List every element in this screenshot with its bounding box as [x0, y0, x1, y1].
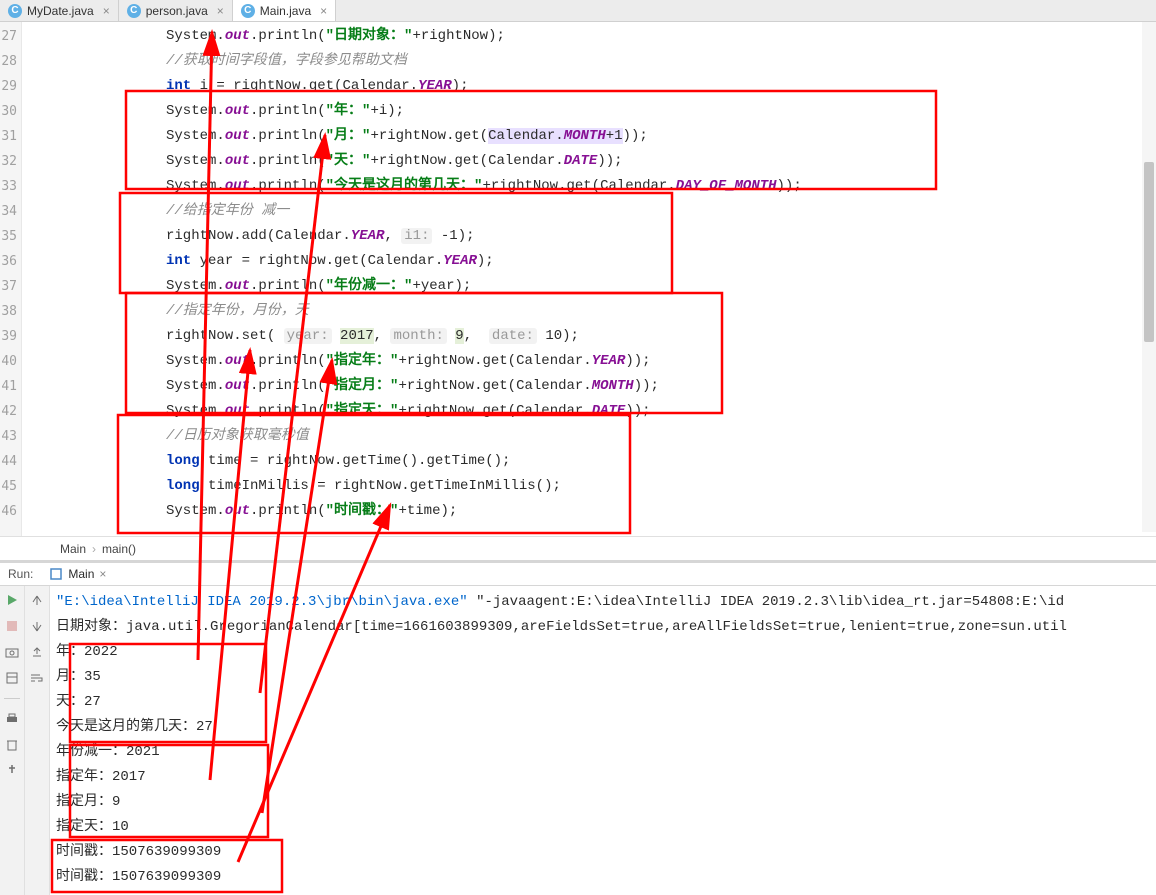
run-body: "E:\idea\IntelliJ IDEA 2019.2.3\jbr\bin\… [0, 586, 1156, 895]
close-icon[interactable]: × [99, 567, 106, 581]
code-line[interactable]: //指定年份，月份，天 [26, 299, 1156, 324]
code-line[interactable]: System.out.println("时间戳："+time); [26, 499, 1156, 524]
code-line[interactable]: System.out.println("日期对象："+rightNow); [26, 24, 1156, 49]
console-line: 年：2022 [56, 640, 1150, 665]
code-line[interactable]: //给指定年份 减一 [26, 199, 1156, 224]
code-line[interactable]: System.out.println("指定月："+rightNow.get(C… [26, 374, 1156, 399]
class-icon: C [8, 4, 22, 18]
chevron-right-icon: › [92, 542, 96, 556]
code-line[interactable]: rightNow.add(Calendar.YEAR, i1: -1); [26, 224, 1156, 249]
scrollbar-thumb[interactable] [1144, 162, 1154, 342]
code-line[interactable]: rightNow.set( year: 2017, month: 9, date… [26, 324, 1156, 349]
layout-icon[interactable] [4, 670, 20, 686]
tab-label: Main.java [260, 4, 311, 18]
run-toolbar-left2 [25, 586, 50, 895]
print-icon[interactable] [4, 711, 20, 727]
tab-main[interactable]: C Main.java × [233, 0, 336, 21]
close-icon[interactable]: × [217, 4, 224, 18]
run-toolbar-left [0, 586, 25, 895]
close-icon[interactable]: × [103, 4, 110, 18]
pin-icon[interactable] [4, 763, 20, 779]
run-tab-label: Main [68, 567, 94, 581]
run-tab[interactable]: Main × [41, 567, 114, 581]
stop-icon[interactable] [4, 618, 20, 634]
editor-area: 2728293031323334353637383940414243444546… [0, 22, 1156, 536]
code-line[interactable]: long timeInMillis = rightNow.getTimeInMi… [26, 474, 1156, 499]
console-line: 天：27 [56, 690, 1150, 715]
console-line: 今天是这月的第几天：27 [56, 715, 1150, 740]
code-line[interactable]: //获取时间字段值，字段参见帮助文档 [26, 49, 1156, 74]
code-line[interactable]: System.out.println("指定天："+rightNow.get(C… [26, 399, 1156, 424]
export-icon[interactable] [29, 644, 45, 660]
console-line: 日期对象：java.util.GregorianCalendar[time=16… [56, 615, 1150, 640]
code-line[interactable]: System.out.println("天："+rightNow.get(Cal… [26, 149, 1156, 174]
camera-icon[interactable] [4, 644, 20, 660]
code-editor[interactable]: System.out.println("日期对象："+rightNow);//获… [22, 22, 1156, 536]
console-line: "E:\idea\IntelliJ IDEA 2019.2.3\jbr\bin\… [56, 590, 1150, 615]
class-icon: C [127, 4, 141, 18]
console-line: 指定天：10 [56, 815, 1150, 840]
code-line[interactable]: System.out.println("年份减一："+year); [26, 274, 1156, 299]
run-panel: Run: Main × [0, 560, 1156, 895]
code-line[interactable]: System.out.println("指定年："+rightNow.get(C… [26, 349, 1156, 374]
console-line: 指定年：2017 [56, 765, 1150, 790]
console-line: 时间戳：1507639099309 [56, 840, 1150, 865]
breadcrumb-class[interactable]: Main [60, 542, 86, 556]
code-line[interactable]: System.out.println("月："+rightNow.get(Cal… [26, 124, 1156, 149]
tab-person[interactable]: C person.java × [119, 0, 233, 21]
tab-label: MyDate.java [27, 4, 94, 18]
trash-icon[interactable] [4, 737, 20, 753]
tab-mydate[interactable]: C MyDate.java × [0, 0, 119, 21]
console-line: 月：35 [56, 665, 1150, 690]
run-header: Run: Main × [0, 563, 1156, 586]
console-line: 指定月：9 [56, 790, 1150, 815]
run-config-icon [49, 567, 63, 581]
run-label: Run: [0, 567, 41, 581]
editor-tabs: C MyDate.java × C person.java × C Main.j… [0, 0, 1156, 22]
up-arrow-icon[interactable] [29, 592, 45, 608]
breadcrumb: Main › main() [0, 536, 1156, 560]
close-icon[interactable]: × [320, 4, 327, 18]
class-icon: C [241, 4, 255, 18]
tab-label: person.java [146, 4, 208, 18]
code-line[interactable]: long time = rightNow.getTime().getTime()… [26, 449, 1156, 474]
console-line: 年份减一：2021 [56, 740, 1150, 765]
down-arrow-icon[interactable] [29, 618, 45, 634]
wrap-icon[interactable] [29, 670, 45, 686]
breadcrumb-method[interactable]: main() [102, 542, 136, 556]
code-line[interactable]: System.out.println("年："+i); [26, 99, 1156, 124]
code-line[interactable]: //日历对象获取毫秒值 [26, 424, 1156, 449]
console-output[interactable]: "E:\idea\IntelliJ IDEA 2019.2.3\jbr\bin\… [50, 586, 1156, 895]
play-icon[interactable] [4, 592, 20, 608]
code-line[interactable]: int year = rightNow.get(Calendar.YEAR); [26, 249, 1156, 274]
console-line: 时间戳：1507639099309 [56, 865, 1150, 890]
code-line[interactable]: System.out.println("今天是这月的第几天："+rightNow… [26, 174, 1156, 199]
editor-scrollbar[interactable] [1142, 22, 1156, 532]
line-gutter: 2728293031323334353637383940414243444546 [0, 22, 22, 536]
code-line[interactable]: int i = rightNow.get(Calendar.YEAR); [26, 74, 1156, 99]
app-root: C MyDate.java × C person.java × C Main.j… [0, 0, 1156, 895]
